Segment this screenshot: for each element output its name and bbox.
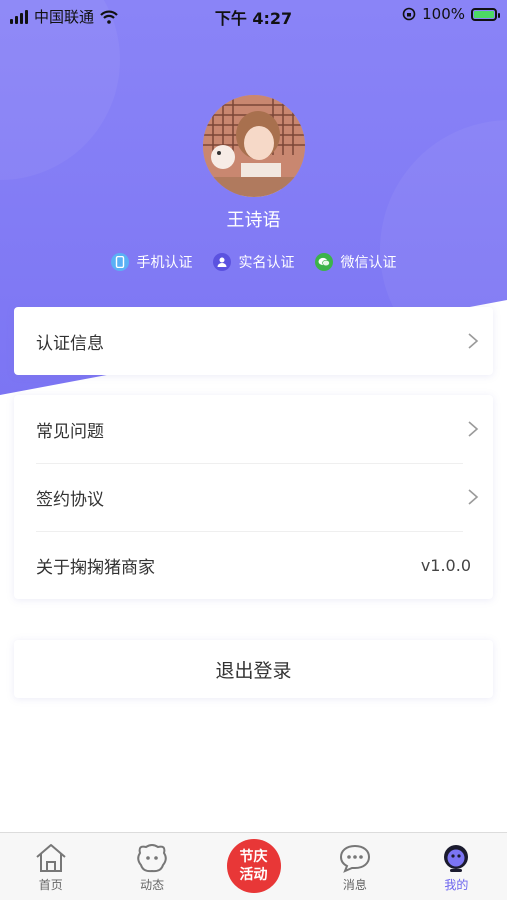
festival-activity-badge: 节庆 活动 (226, 839, 281, 893)
info-card: 常见问题 签约协议 关于掬掬猪商家 v1.0.0 (14, 395, 493, 599)
badge-realname: 实名认证 (212, 252, 295, 272)
chevron-right-icon (468, 421, 479, 437)
menu-item-label: 认证信息 (36, 333, 104, 354)
badge-wechat: 微信认证 (314, 252, 397, 272)
badge-label: 微信认证 (340, 255, 397, 271)
badge-label: 手机认证 (136, 255, 193, 271)
status-bar: 中国联通 下午 4:27 100% (0, 0, 507, 30)
promo-line: 节庆 (239, 849, 268, 865)
tab-messages[interactable]: 消息 (304, 833, 405, 900)
moments-icon (137, 844, 167, 873)
tab-mine[interactable]: 我的 (406, 833, 507, 900)
promo-line: 活动 (239, 867, 268, 883)
menu-item-label: 关于掬掬猪商家 (36, 557, 155, 578)
menu-item-faq[interactable]: 常见问题 (14, 395, 493, 463)
battery-percent: 100% (422, 5, 465, 23)
verification-card: 认证信息 (14, 307, 493, 375)
verification-badges: 手机认证 实名认证 微信认证 (0, 252, 507, 272)
menu-item-verification-info[interactable]: 认证信息 (14, 307, 493, 375)
menu-item-agreement[interactable]: 签约协议 (14, 463, 493, 531)
battery-icon (471, 7, 500, 21)
user-name: 王诗语 (226, 210, 281, 231)
profile-icon (444, 845, 469, 872)
menu-item-label: 常见问题 (36, 421, 104, 442)
version-value: v1.0.0 (420, 555, 471, 575)
tab-label: 消息 (342, 878, 367, 892)
badge-label: 实名认证 (238, 255, 295, 271)
chevron-right-icon (468, 489, 479, 505)
tab-home[interactable]: 首页 (0, 833, 101, 900)
logout-button[interactable]: 退出登录 (14, 640, 493, 698)
avatar[interactable] (203, 95, 305, 197)
phone-icon (110, 253, 129, 271)
home-icon (36, 844, 66, 872)
wechat-icon (314, 253, 333, 271)
tab-label: 动态 (140, 878, 165, 892)
tab-festival-activity[interactable]: 节庆 活动 (203, 833, 304, 900)
tab-bar: 首页 动态 节庆 活动 消息 我的 (0, 832, 507, 900)
badge-phone: 手机认证 (110, 252, 193, 272)
chat-bubble-icon (339, 844, 370, 873)
tab-label: 我的 (444, 878, 469, 892)
tab-moments[interactable]: 动态 (101, 833, 202, 900)
tab-label: 首页 (38, 878, 63, 892)
menu-item-label: 签约协议 (36, 489, 104, 510)
orientation-lock-icon (402, 7, 416, 21)
person-icon (212, 253, 231, 271)
menu-item-about[interactable]: 关于掬掬猪商家 v1.0.0 (14, 531, 493, 599)
chevron-right-icon (468, 333, 479, 349)
